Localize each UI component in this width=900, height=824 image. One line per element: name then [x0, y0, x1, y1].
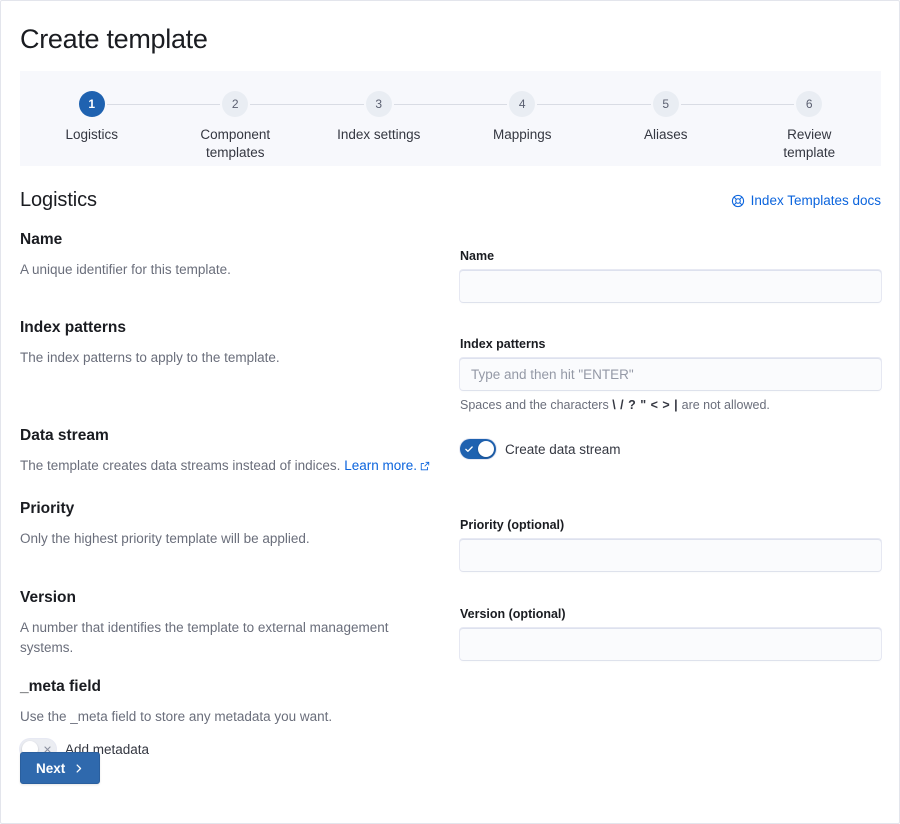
step-label: Mappings	[492, 127, 552, 142]
field-title: Name	[20, 231, 63, 248]
create-data-stream-label: Create data stream	[505, 441, 621, 457]
index-templates-docs-link[interactable]: Index Templates docs	[731, 193, 881, 208]
stepper-step-1[interactable]: 1 Logistics	[20, 91, 164, 144]
field-title: Version	[20, 589, 76, 606]
field-control-meta-field	[460, 676, 881, 742]
field-row-name: Name A unique identifier for this templa…	[20, 229, 881, 317]
field-description-name: Name A unique identifier for this templa…	[20, 229, 460, 317]
version-input-label: Version (optional)	[460, 607, 566, 621]
step-connector-left	[307, 104, 364, 105]
field-control-data-stream: Create data stream	[460, 425, 881, 498]
field-row-priority: Priority Only the highest priority templ…	[20, 498, 881, 587]
step-number-badge: 4	[509, 91, 536, 117]
step-label: Review template	[783, 127, 836, 160]
field-row-version: Version A number that identifies the tem…	[20, 587, 881, 676]
step-label: Aliases	[643, 127, 688, 142]
field-title: Index patterns	[20, 319, 126, 336]
step-label: Index settings	[337, 127, 421, 142]
page-title: Create template	[20, 24, 208, 54]
priority-input[interactable]	[460, 539, 881, 571]
step-number-badge: 5	[652, 91, 679, 117]
field-control-priority: Priority (optional)	[460, 498, 881, 587]
step-label: Component templates	[200, 127, 271, 160]
field-desc: The index patterns to apply to the templ…	[20, 350, 280, 365]
help-suffix: are not allowed.	[678, 398, 770, 412]
field-row-meta-field: _meta field Use the _meta field to store…	[20, 676, 881, 759]
stepper-step-4[interactable]: 4 Mappings	[450, 91, 594, 144]
field-description-meta-field: _meta field Use the _meta field to store…	[20, 676, 460, 759]
field-desc: The template creates data streams instea…	[20, 456, 436, 477]
step-number-badge: 3	[365, 91, 392, 117]
help-prefix: Spaces and the characters	[460, 398, 613, 412]
learn-more-label: Learn more.	[344, 458, 417, 473]
step-connector-left	[737, 104, 795, 105]
docs-link-label: Index Templates docs	[750, 193, 881, 208]
create-data-stream-row: Create data stream	[460, 439, 881, 459]
version-input[interactable]	[460, 628, 881, 660]
step-number-badge: 1	[78, 91, 105, 117]
external-link-icon	[420, 459, 430, 474]
toggle-knob	[478, 441, 494, 457]
step-label: Logistics	[65, 127, 119, 142]
stepper-step-2[interactable]: 2 Component templates	[163, 91, 307, 162]
next-button[interactable]: Next	[20, 752, 101, 784]
step-connector-left	[450, 104, 508, 105]
field-description-data-stream: Data stream The template creates data st…	[20, 425, 460, 498]
section-title: Logistics	[20, 189, 97, 211]
stepper-step-5[interactable]: 5 Aliases	[594, 91, 738, 144]
field-control-version: Version (optional)	[460, 587, 881, 676]
field-description-priority: Priority Only the highest priority templ…	[20, 498, 460, 587]
index-patterns-help-text: Spaces and the characters \ / ? " < > | …	[460, 396, 881, 414]
step-number-badge: 6	[796, 91, 823, 117]
step-connector-right	[393, 104, 451, 105]
step-connector-right	[250, 104, 307, 105]
section-header: Logistics Index Templates docs	[20, 189, 881, 212]
name-input-label: Name	[460, 249, 495, 263]
field-desc: A number that identifies the template to…	[20, 620, 389, 655]
data-stream-learn-more-link[interactable]: Learn more.	[344, 458, 430, 473]
help-disallowed-chars: \ / ? " < > |	[612, 398, 679, 412]
step-connector-right	[537, 104, 594, 105]
field-description-version: Version A number that identifies the tem…	[20, 587, 460, 676]
wizard-stepper: 1 Logistics 2 Component templates 3 Inde…	[20, 71, 881, 166]
field-description-index-patterns: Index patterns The index patterns to app…	[20, 317, 460, 425]
field-title: _meta field	[20, 678, 101, 695]
step-connector-right	[680, 104, 738, 105]
stepper-step-3[interactable]: 3 Index settings	[307, 91, 451, 144]
logistics-form: Name A unique identifier for this templa…	[20, 229, 881, 784]
stepper-step-6[interactable]: 6 Review template	[737, 91, 882, 162]
field-row-index-patterns: Index patterns The index patterns to app…	[20, 317, 881, 425]
step-connector-left	[163, 104, 221, 105]
chevron-right-icon	[73, 763, 84, 774]
field-desc: Only the highest priority template will …	[20, 531, 310, 546]
field-desc: A unique identifier for this template.	[20, 262, 231, 277]
name-input[interactable]	[460, 270, 881, 302]
check-icon	[460, 439, 478, 459]
field-row-data-stream: Data stream The template creates data st…	[20, 425, 881, 498]
create-data-stream-toggle[interactable]	[460, 439, 496, 459]
field-title: Data stream	[20, 427, 109, 444]
step-connector-left	[594, 104, 651, 105]
index-patterns-input[interactable]	[460, 358, 881, 390]
index-patterns-input-label: Index patterns	[460, 337, 546, 351]
field-desc-text: The template creates data streams instea…	[20, 458, 341, 473]
field-title: Priority	[20, 500, 75, 517]
step-connector-right	[106, 104, 164, 105]
form-footer: Next	[20, 752, 881, 784]
field-control-index-patterns: Index patterns Spaces and the characters…	[460, 317, 881, 425]
help-ring-icon	[731, 194, 745, 208]
field-desc: Use the _meta field to store any metadat…	[20, 709, 333, 724]
priority-input-label: Priority (optional)	[460, 518, 565, 532]
field-control-name: Name	[460, 229, 881, 317]
next-button-label: Next	[36, 760, 66, 776]
create-template-page: Create template 1 Logistics 2 Component …	[0, 0, 900, 824]
step-number-badge: 2	[222, 91, 249, 117]
